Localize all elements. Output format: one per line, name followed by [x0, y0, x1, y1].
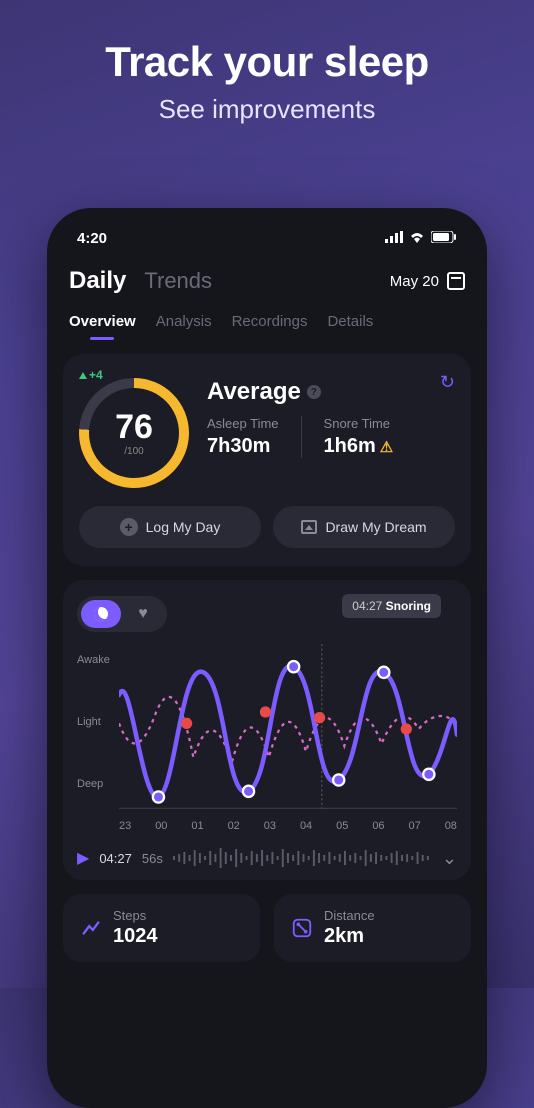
y-deep: Deep	[77, 778, 119, 790]
header: Daily Trends May 20	[63, 257, 471, 299]
asleep-label: Asleep Time	[207, 416, 279, 431]
playback-row: ▶ 04:27 56s ⌄	[77, 846, 457, 870]
date-picker[interactable]: May 20	[390, 272, 465, 290]
tab-trends[interactable]: Trends	[144, 268, 212, 294]
info-icon[interactable]: ?	[307, 385, 321, 399]
sleep-chart[interactable]: Awake Light Deep	[77, 644, 457, 814]
subtab-details[interactable]: Details	[327, 313, 373, 340]
expand-button[interactable]: ⌄	[442, 848, 457, 869]
draw-my-dream-button[interactable]: Draw My Dream	[273, 506, 455, 548]
subtab-overview[interactable]: Overview	[69, 313, 136, 340]
y-light: Light	[77, 716, 119, 728]
battery-icon	[431, 230, 457, 247]
draw-label: Draw My Dream	[325, 519, 426, 535]
promo-title: Track your sleep	[0, 38, 534, 86]
toggle-heart[interactable]: ♥	[123, 600, 163, 628]
signal-icon	[385, 230, 403, 247]
score-max: /100	[124, 446, 143, 457]
log-label: Log My Day	[146, 519, 221, 535]
toggle-sleep[interactable]	[81, 600, 121, 628]
calendar-icon	[447, 272, 465, 290]
y-awake: Awake	[77, 654, 119, 666]
playback-duration: 56s	[142, 851, 163, 866]
phone-frame: 4:20 Daily Trends May 20 Overview Analys…	[47, 208, 487, 1108]
promo-subtitle: See improvements	[0, 94, 534, 125]
tab-daily[interactable]: Daily	[69, 267, 126, 295]
steps-value: 1024	[113, 925, 158, 948]
log-my-day-button[interactable]: + Log My Day	[79, 506, 261, 548]
status-icons	[385, 230, 457, 247]
status-bar: 4:20	[63, 224, 471, 257]
steps-icon	[79, 916, 103, 940]
chart-tooltip: 04:27 Snoring	[342, 594, 441, 618]
wifi-icon	[409, 230, 425, 247]
snore-value: 1h6m	[324, 435, 376, 458]
play-button[interactable]: ▶	[77, 848, 89, 868]
score-ring: 76 /100	[79, 378, 189, 488]
distance-label: Distance	[324, 908, 375, 923]
warning-icon: ⚠	[380, 438, 393, 456]
rating-label: Average	[207, 378, 301, 406]
chart-mode-toggle[interactable]: ♥	[77, 596, 167, 632]
snore-label: Snore Time	[324, 416, 394, 431]
sub-tabs: Overview Analysis Recordings Details	[63, 299, 471, 340]
distance-card[interactable]: Distance 2km	[274, 894, 471, 962]
asleep-value: 7h30m	[207, 435, 279, 458]
status-time: 4:20	[77, 230, 107, 247]
steps-label: Steps	[113, 908, 158, 923]
moon-icon	[94, 607, 108, 621]
date-label: May 20	[390, 273, 439, 290]
picture-icon	[301, 520, 317, 534]
waveform[interactable]	[173, 846, 432, 870]
playback-time: 04:27	[99, 851, 132, 866]
subtab-recordings[interactable]: Recordings	[232, 313, 308, 340]
plus-icon: +	[120, 518, 138, 536]
distance-icon	[290, 916, 314, 940]
x-axis: 23 00 01 02 03 04 05 06 07 08	[77, 820, 457, 832]
chart-card: ♥ 04:27 Snoring Awake Light Deep	[63, 580, 471, 880]
distance-value: 2km	[324, 925, 375, 948]
steps-card[interactable]: Steps 1024	[63, 894, 260, 962]
heart-icon: ♥	[138, 605, 148, 623]
score-value: 76	[115, 410, 153, 444]
refresh-icon[interactable]: ↻	[440, 372, 455, 393]
score-card: +4 ↻ 76 /100 Average ? Asleep Time	[63, 354, 471, 566]
subtab-analysis[interactable]: Analysis	[156, 313, 212, 340]
stats-row: Steps 1024 Distance 2km	[63, 894, 471, 962]
